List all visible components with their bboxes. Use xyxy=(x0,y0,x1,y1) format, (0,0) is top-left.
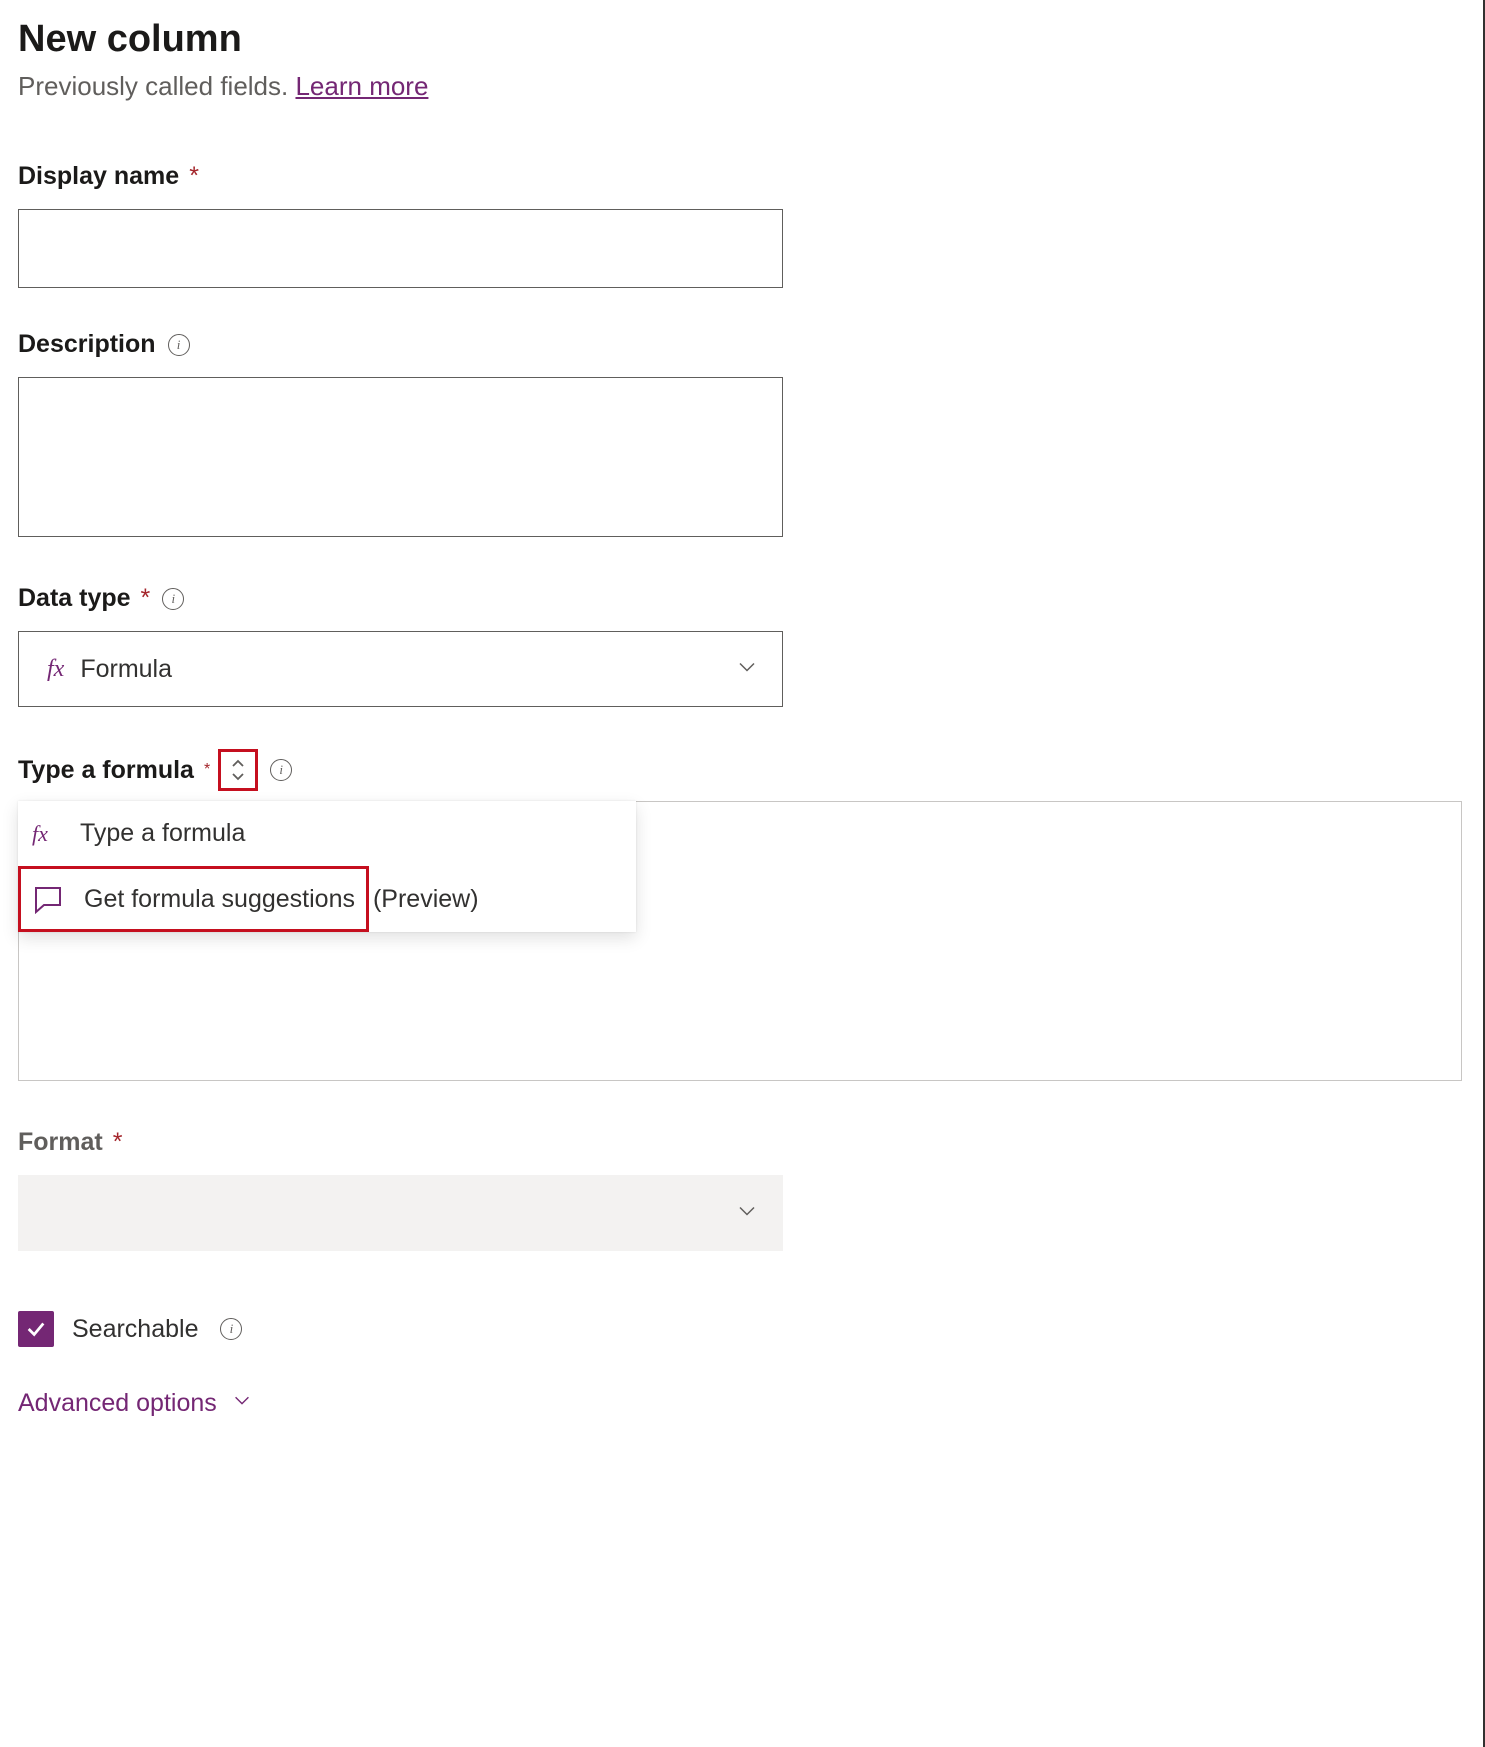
subtitle-text: Previously called fields. xyxy=(18,71,295,101)
advanced-options-toggle[interactable]: Advanced options xyxy=(18,1389,1467,1418)
description-input[interactable] xyxy=(18,377,783,537)
required-asterisk: * xyxy=(113,1128,123,1157)
fx-icon: fx xyxy=(32,821,60,847)
searchable-checkbox[interactable] xyxy=(18,1311,54,1347)
chevron-down-icon xyxy=(231,1389,253,1418)
description-label: Description xyxy=(18,330,156,359)
format-select[interactable] xyxy=(18,1175,783,1251)
data-type-label: Data type xyxy=(18,584,131,613)
info-icon[interactable]: i xyxy=(220,1318,242,1340)
dropdown-type-formula-label: Type a formula xyxy=(80,819,245,848)
display-name-input[interactable] xyxy=(18,209,783,288)
dropdown-item-get-suggestions[interactable]: Get formula suggestions (Preview) xyxy=(18,866,636,932)
display-name-label: Display name xyxy=(18,162,179,191)
learn-more-link[interactable]: Learn more xyxy=(295,71,428,101)
data-type-select[interactable]: fx Formula xyxy=(18,631,783,707)
preview-tag: (Preview) xyxy=(373,885,479,914)
info-icon[interactable]: i xyxy=(162,588,184,610)
searchable-label: Searchable xyxy=(72,1315,198,1344)
page-title: New column xyxy=(18,18,1467,61)
type-formula-label: Type a formula xyxy=(18,756,194,785)
chat-icon xyxy=(32,884,64,914)
required-asterisk: * xyxy=(204,761,210,779)
fx-icon: fx xyxy=(35,656,64,683)
data-type-value: Formula xyxy=(80,655,172,684)
required-asterisk: * xyxy=(141,584,151,613)
advanced-options-label: Advanced options xyxy=(18,1389,217,1418)
page-subtitle: Previously called fields. Learn more xyxy=(18,71,1467,102)
formula-dropdown: fx Type a formula Get formula suggestion… xyxy=(18,801,636,932)
info-icon[interactable]: i xyxy=(168,334,190,356)
dropdown-suggestions-label: Get formula suggestions xyxy=(84,885,355,914)
format-label: Format xyxy=(18,1128,103,1157)
info-icon[interactable]: i xyxy=(270,759,292,781)
dropdown-item-type-formula[interactable]: fx Type a formula xyxy=(18,801,636,866)
formula-mode-toggle[interactable] xyxy=(218,749,258,791)
required-asterisk: * xyxy=(189,162,199,191)
